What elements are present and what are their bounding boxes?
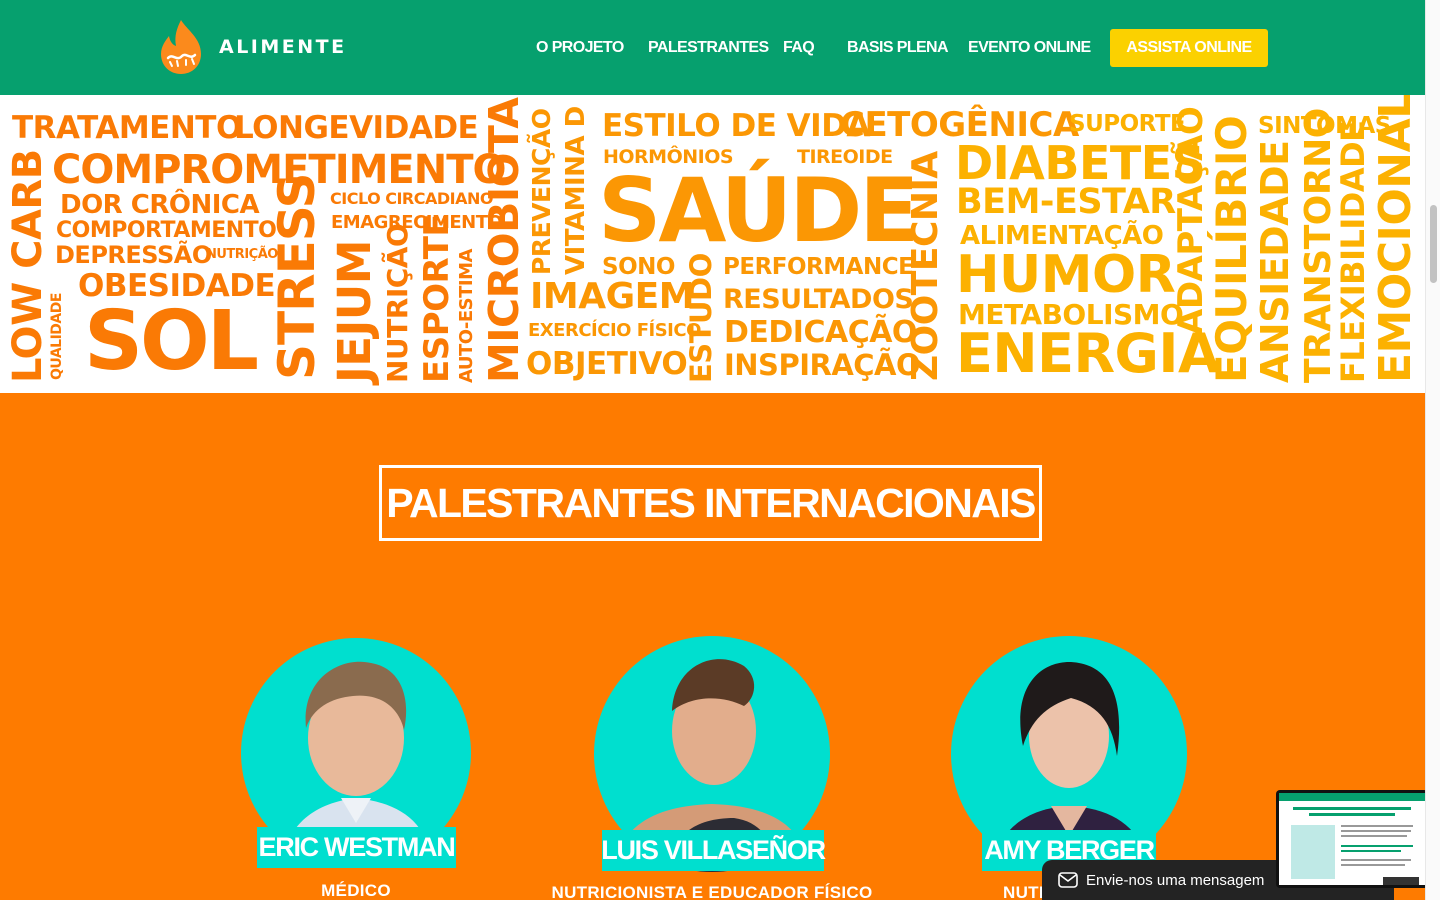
cloud-word: SONO bbox=[602, 254, 675, 280]
cloud-word: EQUILÍBRIO bbox=[1207, 115, 1256, 383]
cloud-word: SAÚDE bbox=[598, 159, 919, 262]
mail-icon bbox=[1058, 872, 1078, 888]
scrollbar-thumb[interactable] bbox=[1430, 205, 1437, 283]
cloud-word: ESTILO DE VIDA bbox=[602, 108, 870, 144]
cloud-word: NUTRIÇÃO bbox=[381, 223, 414, 383]
cloud-word: EXERCÍCIO FÍSICO bbox=[528, 320, 701, 341]
cloud-word: SOL bbox=[84, 294, 259, 389]
cloud-word: ESTUDO bbox=[684, 253, 718, 383]
cloud-word: DEDICAÇÃO bbox=[724, 315, 917, 350]
cloud-word: AUTO-ESTIMA bbox=[456, 249, 477, 383]
nav-item-basis-plena[interactable]: BASIS PLENA bbox=[847, 36, 949, 60]
nav-item-faq[interactable]: FAQ bbox=[783, 36, 815, 60]
cloud-word: HUMOR bbox=[956, 245, 1176, 305]
speaker-role: NUTRICIONISTA E EDUCADOR FÍSICO bbox=[551, 883, 873, 900]
cloud-word: SUPORTE bbox=[1069, 111, 1186, 137]
cloud-word: ZOOTECNIA bbox=[905, 151, 946, 381]
cloud-word: OBJETIVO bbox=[526, 346, 688, 382]
cloud-word: ESPORTE bbox=[417, 213, 457, 383]
speaker-role: MÉDICO bbox=[321, 881, 391, 900]
cloud-word: LONGEVIDADE bbox=[234, 110, 479, 146]
cloud-word: QUALIDADE bbox=[49, 293, 65, 380]
cloud-word: BEM-ESTAR bbox=[956, 182, 1176, 222]
page-preview-icon bbox=[1279, 793, 1425, 885]
nav-item-o-projeto[interactable]: O PROJETO bbox=[536, 36, 624, 60]
cloud-word: TRATAMENTO bbox=[12, 110, 242, 146]
cloud-word: MICROBIOTA bbox=[480, 97, 528, 383]
cloud-word: ANSIEDADE bbox=[1253, 140, 1297, 383]
cloud-word: JEJUM bbox=[328, 239, 381, 383]
speaker-name: ERIC WESTMAN bbox=[257, 827, 456, 868]
cloud-word: CICLO CIRCADIANO bbox=[330, 189, 493, 208]
section-title: PALESTRANTES INTERNACIONAIS bbox=[379, 465, 1042, 541]
cloud-word: RESULTADOS bbox=[723, 284, 914, 315]
page-scrollbar[interactable] bbox=[1425, 0, 1440, 900]
speaker-name: LUIS VILLASEÑOR bbox=[601, 830, 826, 871]
page: ALIMENTE O PROJETO PALESTRANTES FAQ BASI… bbox=[0, 0, 1425, 900]
word-cloud-banner: TRATAMENTO LONGEVIDADE COMPROMETIMENTO D… bbox=[0, 95, 1425, 393]
preview-content bbox=[1279, 793, 1425, 885]
cloud-word: IMAGEM bbox=[530, 276, 695, 317]
cloud-word: LOW CARB bbox=[5, 149, 51, 383]
chat-label: Envie-nos uma mensagem bbox=[1086, 871, 1265, 889]
cloud-word: DIABETES bbox=[955, 136, 1205, 190]
nav-item-palestrantes[interactable]: PALESTRANTES bbox=[648, 36, 769, 60]
cloud-word: ENERGIA bbox=[956, 322, 1220, 385]
cloud-word: FLEXIBILIDADE bbox=[1334, 120, 1372, 383]
cloud-word: COMPORTAMENTO bbox=[56, 218, 277, 243]
cloud-word: INSPIRAÇÃO bbox=[724, 348, 921, 382]
cloud-word: DOR CRÔNICA bbox=[60, 190, 260, 220]
cloud-word: ADAPTAÇÃO bbox=[1171, 106, 1211, 335]
cloud-word: PREVENÇÃO bbox=[527, 108, 556, 275]
cloud-word: PERFORMANCE bbox=[723, 254, 914, 280]
watch-online-button[interactable]: ASSISTA ONLINE bbox=[1110, 29, 1268, 67]
top-navigation-bar: ALIMENTE O PROJETO PALESTRANTES FAQ BASI… bbox=[0, 0, 1425, 95]
cloud-word: EMOCIONAL bbox=[1370, 95, 1421, 383]
cloud-word: STRESS bbox=[268, 173, 326, 380]
cloud-word: DEPRESSÃO bbox=[55, 241, 212, 269]
nav-item-evento-online[interactable]: EVENTO ONLINE bbox=[968, 36, 1091, 60]
site-preview-thumbnail[interactable] bbox=[1276, 790, 1425, 888]
cloud-word: VITAMINA D bbox=[561, 106, 591, 275]
cloud-word: TRANSTORNO bbox=[1298, 108, 1339, 383]
